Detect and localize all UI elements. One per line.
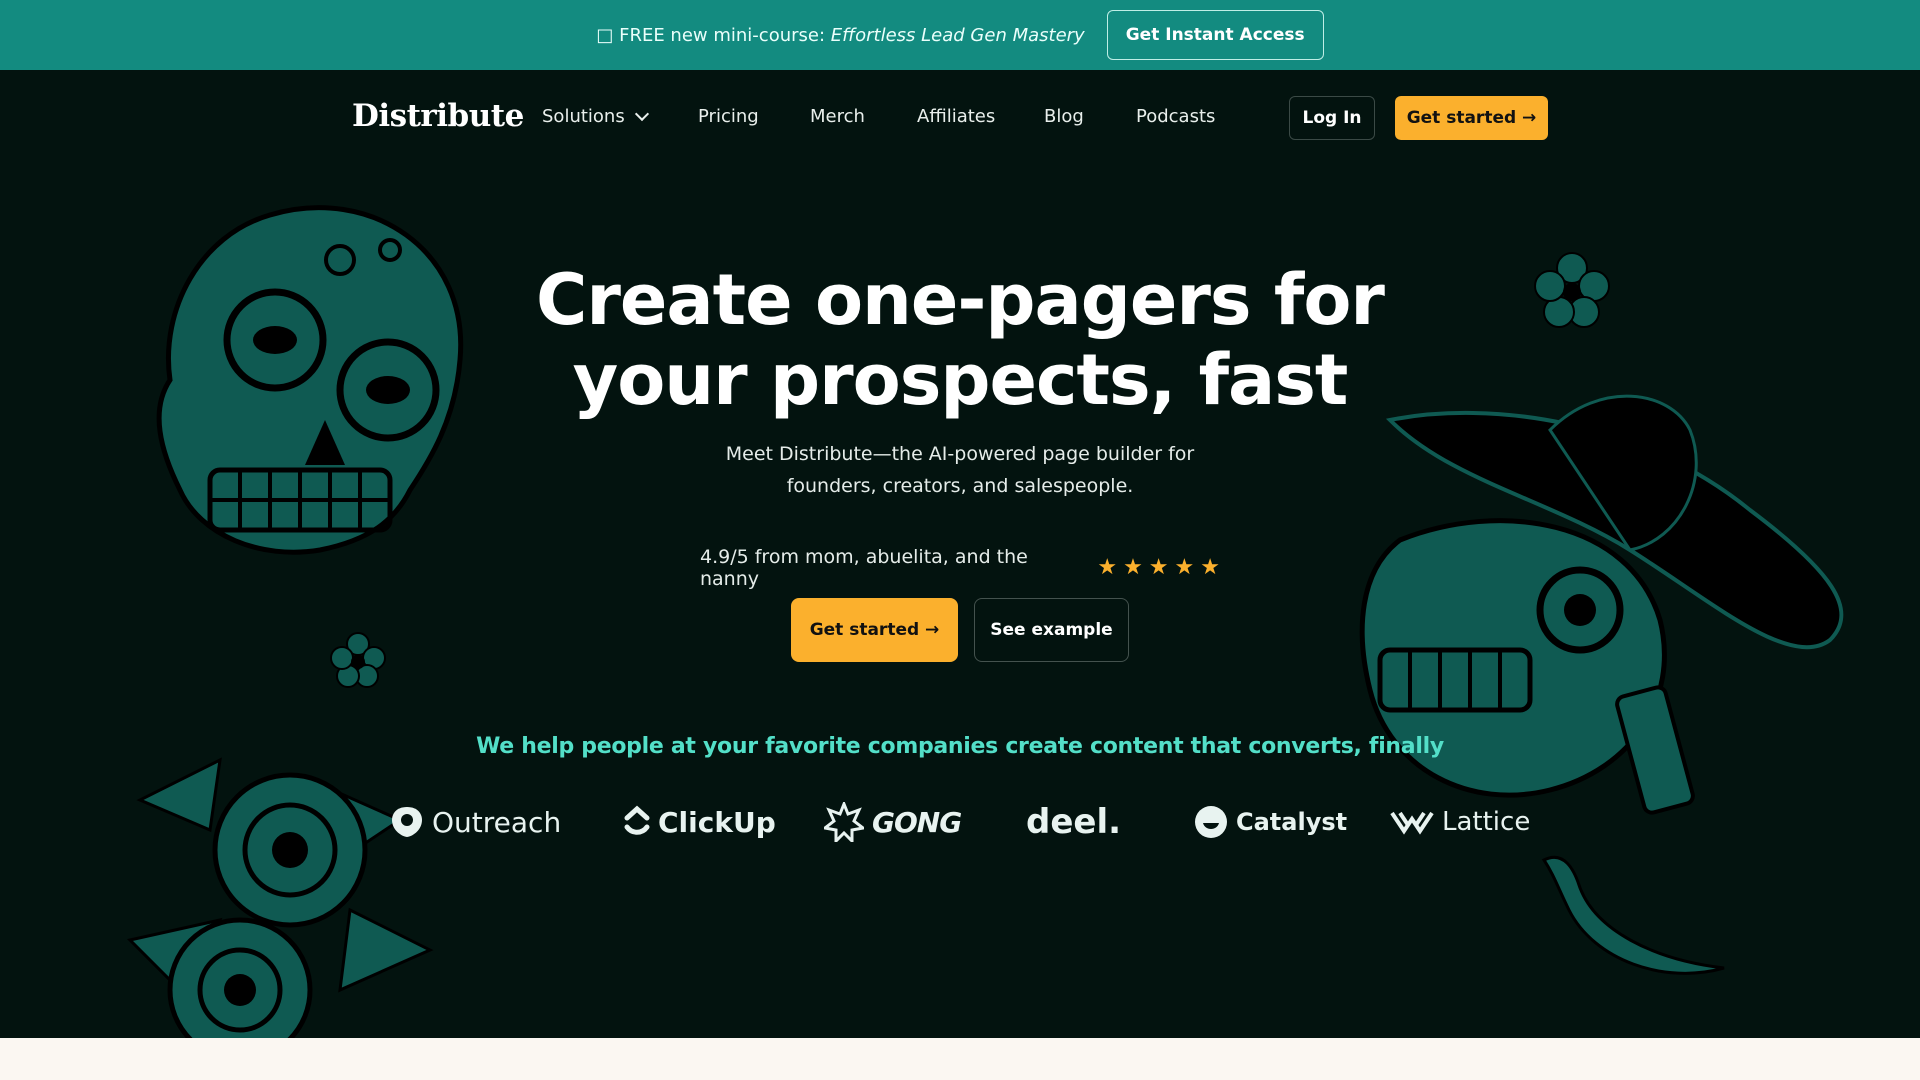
gong-logo: GONG — [824, 792, 962, 852]
headline-line-2: your prospects, fast — [572, 339, 1349, 421]
star-icon: ★ — [1200, 555, 1220, 580]
rose-bouquet-illustration — [127, 757, 434, 1038]
hero-headline: Create one-pagers for your prospects, fa… — [460, 260, 1460, 420]
top-navigation: Distribute Solutions Pricing Merch Affil… — [0, 70, 1920, 166]
outreach-logo: Outreach — [390, 792, 561, 852]
nav-pricing[interactable]: Pricing — [698, 106, 810, 127]
star-icon: ★ — [1148, 555, 1169, 580]
announcement-text: □ FREE new mini-course: Effortless Lead … — [596, 25, 1084, 46]
small-flower-right-illustration — [1534, 252, 1610, 328]
subtitle-line-1: Meet Distribute—the AI-powered page buil… — [725, 443, 1195, 465]
get-instant-access-button[interactable]: Get Instant Access — [1106, 10, 1324, 60]
nav-solutions-label: Solutions — [542, 106, 625, 127]
next-section-edge — [0, 1038, 1920, 1080]
clickup-logo: ClickUp — [624, 792, 776, 852]
nav-merch[interactable]: Merch — [810, 106, 917, 127]
company-logos: Outreach ClickUp GONG deel. Catalyst Lat… — [380, 792, 1540, 852]
rating-stars: ★ ★ ★ ★ ★ — [1097, 557, 1220, 579]
headline-line-1: Create one-pagers for — [536, 259, 1385, 341]
nav-podcasts[interactable]: Podcasts — [1136, 106, 1215, 127]
deel-logo: deel. — [1026, 792, 1121, 852]
outreach-icon — [392, 807, 422, 837]
login-button[interactable]: Log In — [1289, 96, 1375, 140]
subtitle-line-2: founders, creators, and salespeople. — [786, 475, 1134, 497]
catalyst-logo: Catalyst — [1194, 792, 1347, 852]
catalyst-icon — [1195, 806, 1227, 838]
hero-get-started-button[interactable]: Get started → — [791, 598, 958, 662]
chili-pepper-illustration — [1541, 856, 1725, 975]
small-flower-left-illustration — [330, 632, 386, 688]
company-name: Lattice — [1442, 807, 1531, 837]
nav-links: Solutions Pricing Merch Affiliates Blog … — [542, 106, 1215, 127]
announcement-bar: □ FREE new mini-course: Effortless Lead … — [0, 0, 1920, 70]
rating-text: 4.9/5 from mom, abuelita, and the nanny — [700, 546, 1028, 590]
company-name: ClickUp — [658, 805, 776, 839]
hero-subtitle: Meet Distribute—the AI-powered page buil… — [660, 438, 1260, 502]
lattice-icon — [1390, 811, 1434, 835]
star-icon: ★ — [1097, 555, 1118, 580]
star-icon: ★ — [1174, 555, 1195, 580]
nav-affiliates[interactable]: Affiliates — [917, 106, 1044, 127]
sugar-skull-left-illustration — [156, 205, 464, 555]
announcement-course: Effortless Lead Gen Mastery — [830, 24, 1085, 46]
chevron-down-icon — [634, 106, 649, 122]
company-name: deel. — [1026, 802, 1122, 842]
sombrero-skull-illustration — [1359, 394, 1844, 815]
company-name: GONG — [872, 805, 962, 839]
company-name: Outreach — [432, 805, 562, 839]
see-example-button[interactable]: See example — [974, 598, 1129, 662]
clickup-icon — [624, 805, 650, 835]
star-icon: ★ — [1123, 555, 1143, 580]
gong-icon — [824, 802, 864, 842]
distribute-logo[interactable]: Distribute — [352, 98, 524, 138]
nav-solutions[interactable]: Solutions — [542, 106, 698, 127]
social-proof-tagline: We help people at your favorite companie… — [476, 734, 1444, 759]
rating-row: 4.9/5 from mom, abuelita, and the nanny … — [700, 546, 1220, 590]
lattice-logo: Lattice — [1390, 792, 1530, 852]
nav-get-started-button[interactable]: Get started → — [1395, 96, 1548, 140]
company-name: Catalyst — [1236, 808, 1348, 836]
nav-blog[interactable]: Blog — [1044, 106, 1136, 127]
hero-section: Distribute Solutions Pricing Merch Affil… — [0, 70, 1920, 1038]
announcement-prefix: □ FREE new mini-course: — [596, 24, 831, 46]
